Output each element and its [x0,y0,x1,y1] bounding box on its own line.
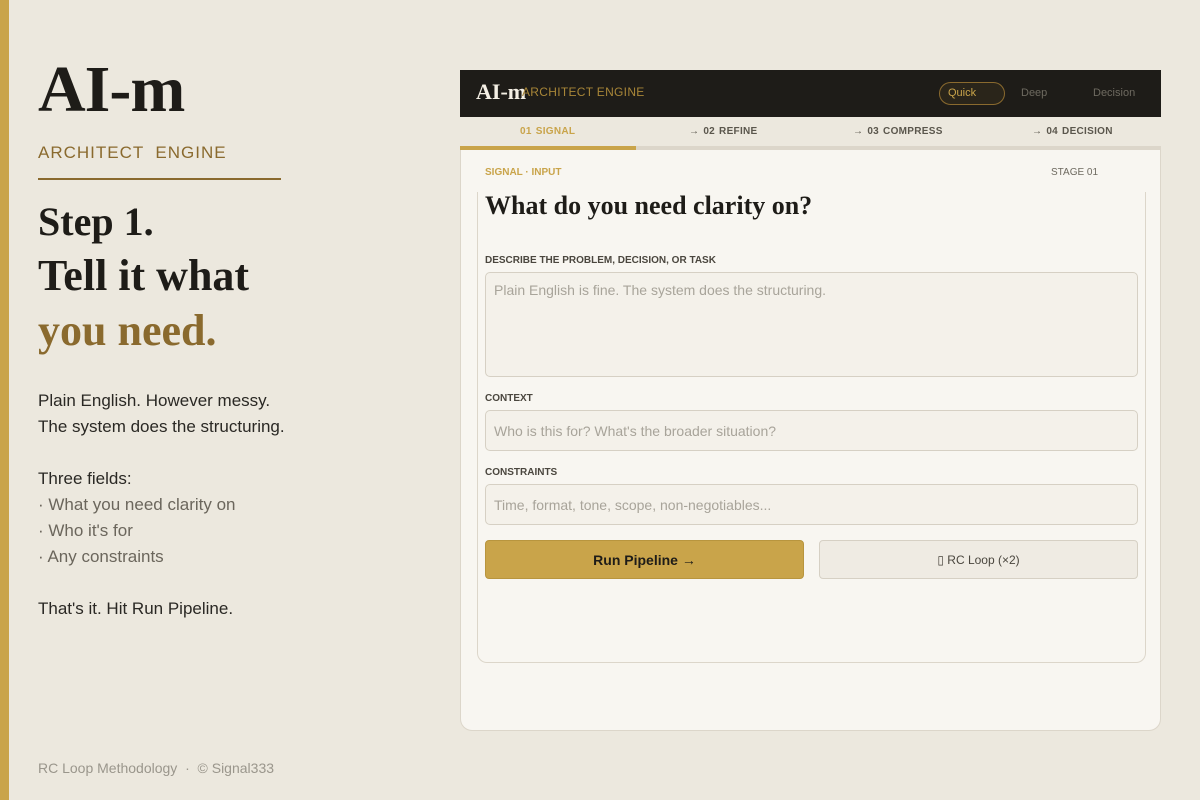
left-accent-bar [0,0,9,800]
intro-subtitle: ARCHITECT ENGINE [38,143,227,162]
stage-number: 01 [520,126,532,137]
page-title: What do you need clarity on? [485,191,813,220]
constraints-field-label: CONSTRAINTS [485,467,558,478]
rc-loop-button[interactable]: ▯ RC Loop (×2) [819,540,1138,579]
context-input[interactable] [485,410,1138,451]
arrow-right-icon: → [689,126,700,137]
intro-closing: That's it. Hit Run Pipeline. [38,599,234,618]
app-subtitle: ARCHITECT ENGINE [522,85,645,99]
step-heading-line1: Step 1. [38,199,154,244]
fields-bullet: · What you need clarity on [38,495,236,514]
stage-number: 02 [703,126,716,137]
signal-input-card: SIGNAL · INPUT STAGE 01 What do you need… [460,150,1161,731]
step-heading-line2: Tell it what [38,251,250,300]
fields-heading: Three fields: [38,469,132,488]
intro-divider [38,178,281,180]
stage-number: 03 [867,126,880,137]
intro-logo: AI-m [38,53,185,126]
stage-tabs: 01 SIGNAL → 02 REFINE → 03 COMPRESS → 04 DECISI… [460,117,1161,150]
stage-label: SIGNAL [535,126,576,137]
mode-decision-toggle[interactable]: Decision [1084,82,1144,105]
mode-quick-toggle[interactable]: Quick [939,82,1005,105]
stage-number: 04 [1046,126,1059,137]
intro-description-line2: The system does the structuring. [38,417,285,436]
intro-description: Plain English. However messy. The system… [38,388,285,440]
arrow-right-icon: → [1032,126,1043,137]
app-window: AI-m ARCHITECT ENGINE Quick Deep Decisio… [460,70,1161,731]
fields-bullet: · Any constraints [38,547,164,566]
section-label: SIGNAL · INPUT [485,167,562,178]
mode-deep-toggle[interactable]: Deep [1012,82,1056,105]
footer-credit: RC Loop Methodology · © Signal333 [38,760,275,776]
run-pipeline-button[interactable]: Run Pipeline → [485,540,804,579]
context-field-label: CONTEXT [485,393,533,404]
stage-label: REFINE [719,126,758,137]
fields-summary: Three fields: · What you need clarity on… [38,466,235,570]
stage-tag: STAGE 01 [1051,167,1099,178]
tab-compress[interactable]: → 03 COMPRESS [853,126,943,137]
fields-bullet: · Who it's for [38,521,133,540]
stage-label: COMPRESS [883,126,943,137]
problem-textarea[interactable] [485,272,1138,377]
arrow-right-icon: → [853,126,864,137]
tab-decision[interactable]: → 04 DECISION [1032,126,1113,137]
tab-signal[interactable]: 01 SIGNAL [520,126,575,137]
problem-field-label: DESCRIBE THE PROBLEM, DECISION, OR TASK [485,255,716,266]
stage-label: DECISION [1062,126,1113,137]
app-topbar: AI-m ARCHITECT ENGINE Quick Deep Decisio… [460,70,1161,117]
tab-refine[interactable]: → 02 REFINE [689,126,758,137]
intro-description-line1: Plain English. However messy. [38,391,271,410]
constraints-input[interactable] [485,484,1138,525]
app-logo: AI-m [476,79,527,104]
step-heading-line3: you need. [38,306,217,355]
